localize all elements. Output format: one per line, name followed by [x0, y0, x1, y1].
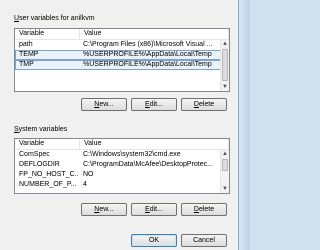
variable-value: C:\ProgramData\McAfee\DesktopProtec... — [83, 161, 213, 168]
variable-value: %USERPROFILE%\AppData\Local\Temp — [83, 51, 212, 58]
user-variables-list[interactable]: Variable Value path C:\Program Files (x8… — [14, 28, 230, 92]
variable-value: 4 — [83, 181, 87, 188]
variable-name: TEMP — [19, 51, 39, 58]
system-variable-row[interactable]: ComSpec C:\Windows\system32\cmd.exe — [15, 150, 229, 160]
user-list-scrollbar[interactable]: ▲ ▼ — [220, 40, 229, 91]
system-list-scrollbar[interactable]: ▲ ▼ — [220, 150, 229, 193]
column-header-value[interactable]: Value — [80, 139, 229, 149]
scroll-up-icon[interactable]: ▲ — [221, 40, 229, 48]
ok-button[interactable]: OK — [131, 234, 177, 247]
scroll-down-icon[interactable]: ▼ — [221, 185, 229, 193]
variable-value: C:\Program Files (x86)\Microsoft Visual … — [83, 41, 213, 48]
variable-name: NUMBER_OF_P... — [19, 181, 77, 188]
system-new-button[interactable]: New... — [81, 203, 127, 216]
column-header-variable[interactable]: Variable — [15, 139, 80, 149]
environment-variables-dialog: User variables for anilkvm Variable Valu… — [0, 0, 239, 250]
variable-name: TMP — [19, 61, 34, 68]
system-variables-list[interactable]: Variable Value ComSpec C:\Windows\system… — [14, 138, 230, 194]
variable-name: ComSpec — [19, 151, 50, 158]
variable-value: C:\Windows\system32\cmd.exe — [83, 151, 181, 158]
scroll-up-icon[interactable]: ▲ — [221, 150, 229, 158]
variable-name: DEFLOGDIR — [19, 161, 60, 168]
scroll-thumb[interactable] — [222, 159, 228, 171]
variable-value: NO — [83, 171, 94, 178]
system-variable-row[interactable]: FP_NO_HOST_C... NO — [15, 170, 229, 180]
user-variable-row[interactable]: TMP %USERPROFILE%\AppData\Local\Temp — [15, 60, 229, 70]
system-delete-button[interactable]: Delete — [181, 203, 227, 216]
variable-name: FP_NO_HOST_C... — [19, 171, 79, 178]
user-variable-row[interactable]: TEMP %USERPROFILE%\AppData\Local\Temp — [15, 50, 229, 60]
user-delete-button[interactable]: Delete — [181, 98, 227, 111]
variable-name: path — [19, 41, 33, 48]
window-frame-edge — [239, 0, 250, 250]
variable-value: %USERPROFILE%\AppData\Local\Temp — [83, 61, 212, 68]
user-variable-row[interactable]: path C:\Program Files (x86)\Microsoft Vi… — [15, 40, 229, 50]
system-variables-header: Variable Value — [15, 139, 229, 150]
system-variables-label: System variables — [14, 126, 68, 133]
scroll-thumb[interactable] — [222, 49, 228, 81]
column-header-value[interactable]: Value — [80, 29, 229, 39]
user-variables-header: Variable Value — [15, 29, 229, 40]
user-new-button[interactable]: New... — [81, 98, 127, 111]
column-header-variable[interactable]: Variable — [15, 29, 80, 39]
system-edit-button[interactable]: Edit... — [131, 203, 177, 216]
system-variable-row[interactable]: DEFLOGDIR C:\ProgramData\McAfee\DesktopP… — [15, 160, 229, 170]
user-edit-button[interactable]: Edit... — [131, 98, 177, 111]
cancel-button[interactable]: Cancel — [181, 234, 227, 247]
scroll-down-icon[interactable]: ▼ — [221, 83, 229, 91]
system-variable-row[interactable]: NUMBER_OF_P... 4 — [15, 180, 229, 190]
user-variables-label: User variables for anilkvm — [14, 15, 95, 22]
